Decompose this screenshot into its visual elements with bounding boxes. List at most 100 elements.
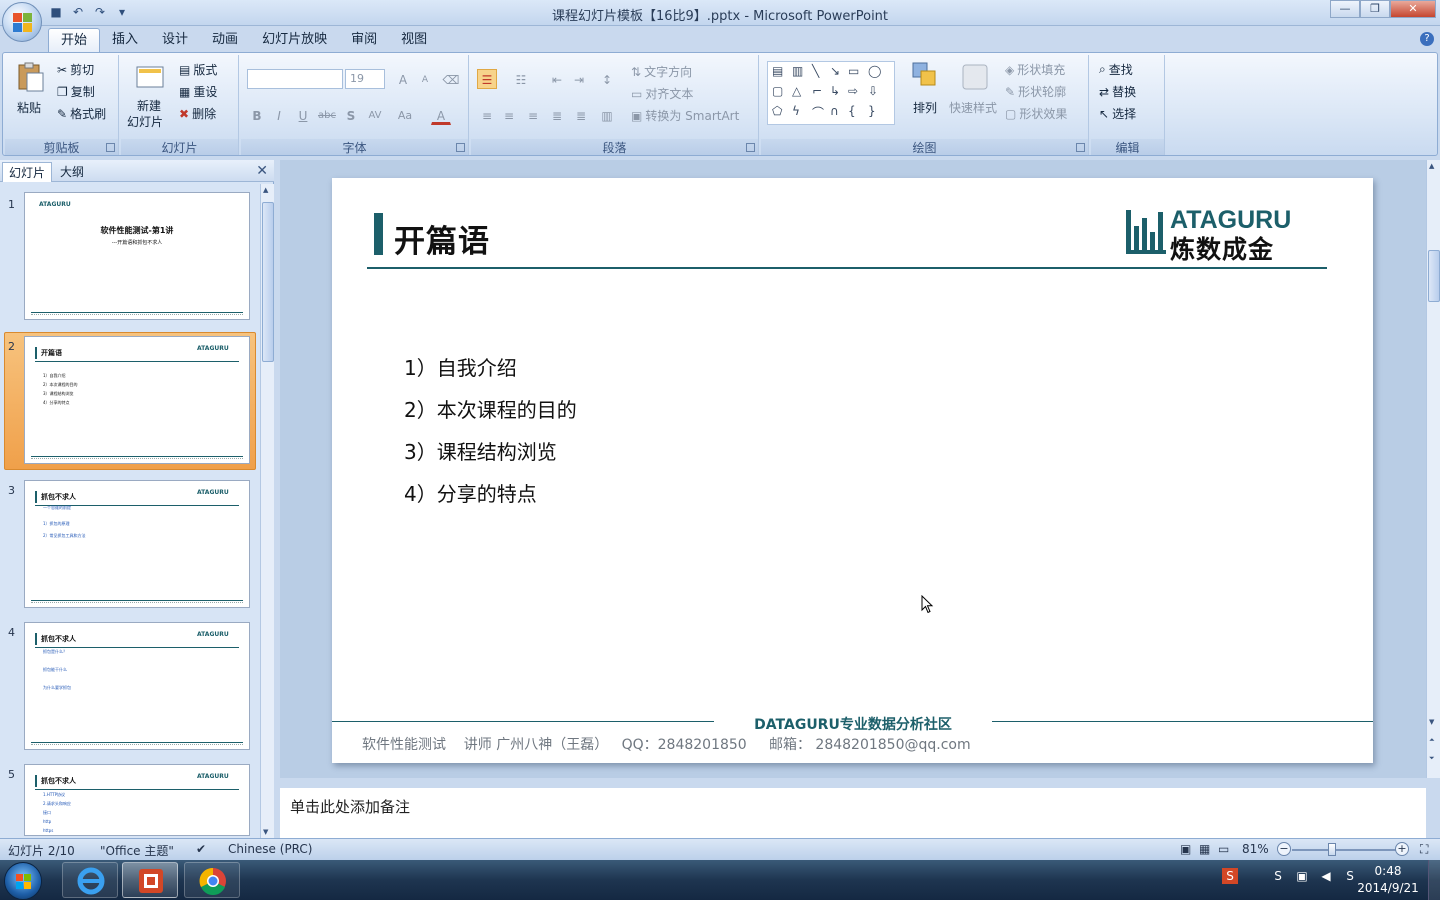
- copy-button[interactable]: ❐ 复制: [57, 83, 95, 100]
- clock[interactable]: 0:48 2014/9/21: [1352, 863, 1424, 897]
- content-item[interactable]: 1）自我介绍: [404, 352, 517, 381]
- new-slide-dropdown[interactable]: 幻灯片: [127, 113, 163, 130]
- align-left-icon[interactable]: ≡: [477, 105, 497, 125]
- restore-button[interactable]: ❐: [1360, 0, 1390, 18]
- arrange-icon[interactable]: [911, 61, 941, 93]
- tab-slides[interactable]: 幻灯片: [2, 162, 53, 182]
- content-item[interactable]: 3）课程结构浏览: [404, 436, 557, 465]
- tab-slideshow[interactable]: 幻灯片放映: [250, 28, 339, 52]
- align-text-button[interactable]: ▭ 对齐文本: [631, 85, 693, 102]
- line-spacing-icon[interactable]: ↕: [597, 69, 617, 89]
- triangle-icon[interactable]: △: [792, 84, 801, 98]
- shapes-gallery[interactable]: ▤ ▥ ╲ ↘ ▭ ◯ ▢ △ ⌐ ↳ ⇨ ⇩ ⬠ ϟ ⌒ ∩ { }: [767, 61, 895, 125]
- lightning-icon[interactable]: ϟ: [792, 104, 800, 118]
- format-painter-button[interactable]: ✎ 格式刷: [57, 105, 106, 122]
- close-button[interactable]: ✕: [1390, 0, 1436, 18]
- columns-icon[interactable]: ▥: [597, 105, 617, 125]
- sorter-view-icon[interactable]: ▦: [1199, 842, 1210, 856]
- start-button[interactable]: [4, 862, 42, 900]
- down-arrow-icon[interactable]: ⇩: [868, 84, 878, 98]
- underline-button[interactable]: U: [293, 105, 313, 125]
- taskbar-chrome[interactable]: [184, 862, 240, 898]
- show-desktop-button[interactable]: [1428, 860, 1440, 900]
- tab-outline[interactable]: 大纲: [54, 162, 90, 182]
- content-item[interactable]: 2）本次课程的目的: [404, 394, 577, 423]
- shape-fill-button[interactable]: ◈ 形状填充: [1005, 61, 1065, 78]
- dialog-launcher-icon[interactable]: [456, 143, 465, 152]
- taskbar-powerpoint[interactable]: [122, 862, 178, 898]
- paste-button[interactable]: 粘贴: [17, 99, 41, 116]
- connector-icon[interactable]: ⌐: [812, 84, 822, 98]
- brace-right-icon[interactable]: }: [868, 104, 876, 118]
- align-right-icon[interactable]: ≡: [523, 105, 543, 125]
- next-slide-icon[interactable]: ⏷: [1429, 754, 1435, 763]
- delete-button[interactable]: ✖ 删除: [179, 105, 216, 122]
- text-direction-button[interactable]: ⇅ 文字方向: [631, 63, 692, 80]
- pane-scrollbar[interactable]: ▲ ▼: [260, 184, 274, 838]
- zoom-out-icon[interactable]: −: [1277, 842, 1291, 856]
- prev-slide-icon[interactable]: ⏶: [1429, 736, 1435, 745]
- replace-button[interactable]: ⇄ 替换: [1099, 83, 1136, 100]
- slide-thumb-5[interactable]: 抓包不求人 ATAGURU 1.HTTP协议 2.请求头和响应 接口 http …: [24, 764, 250, 836]
- strikethrough-button[interactable]: abc: [317, 105, 337, 125]
- editor-scrollbar[interactable]: ▲ ▼ ⏶ ⏷: [1426, 160, 1440, 778]
- slide-canvas[interactable]: 开篇语 ATAGURU 炼数成金 1）自我介绍 2）本次课程的目的 3）课程结构…: [332, 178, 1373, 763]
- bullets-button[interactable]: ☰: [477, 69, 497, 89]
- layout-button[interactable]: ▤ 版式: [179, 61, 217, 78]
- help-icon[interactable]: ?: [1420, 32, 1434, 46]
- arrow-line-icon[interactable]: ↘: [830, 64, 840, 78]
- slide-thumb-1[interactable]: ATAGURU 软件性能测试-第1讲 ---开篇语和抓包不求人: [24, 192, 250, 320]
- dialog-launcher-icon[interactable]: [746, 143, 755, 152]
- shadow-button[interactable]: S: [341, 105, 361, 125]
- line-icon[interactable]: ╲: [812, 64, 819, 78]
- scroll-thumb[interactable]: [1428, 250, 1440, 302]
- tab-home[interactable]: 开始: [48, 28, 101, 52]
- smartart-button[interactable]: ▣ 转换为 SmartArt: [631, 107, 739, 124]
- volume-icon[interactable]: ◀: [1318, 868, 1334, 884]
- dialog-launcher-icon[interactable]: [106, 143, 115, 152]
- zoom-slider-thumb[interactable]: [1328, 843, 1336, 856]
- increase-indent-icon[interactable]: ⇥: [569, 69, 589, 89]
- taskbar-ie[interactable]: [62, 862, 118, 898]
- zoom-level[interactable]: 81%: [1242, 842, 1269, 856]
- distribute-icon[interactable]: ≣: [571, 105, 591, 125]
- scroll-down-icon[interactable]: ▼: [1429, 718, 1434, 726]
- tab-animations[interactable]: 动画: [200, 28, 250, 52]
- new-slide-icon[interactable]: [135, 61, 165, 93]
- tab-view[interactable]: 视图: [389, 28, 439, 52]
- zoom-in-icon[interactable]: +: [1395, 842, 1409, 856]
- slide-thumb-3[interactable]: 抓包不求人 ATAGURU 一个思维的前提 1）抓包的原理 2）常见抓包工具和方…: [24, 480, 250, 608]
- font-color-button[interactable]: A: [431, 105, 451, 125]
- zoom-slider-track[interactable]: [1292, 849, 1396, 851]
- slide-thumb-4[interactable]: 抓包不求人 ATAGURU 抓包是什么？ 抓包能干什么 为什么要学抓包: [24, 622, 250, 750]
- reset-button[interactable]: ▦ 重设: [179, 83, 217, 100]
- language-indicator[interactable]: Chinese (PRC): [228, 842, 312, 856]
- scroll-down-icon[interactable]: ▼: [263, 828, 268, 836]
- curve-icon[interactable]: ⌒: [812, 104, 824, 121]
- shape-effects-button[interactable]: ▢ 形状效果: [1005, 105, 1067, 122]
- font-size-field[interactable]: 19: [345, 69, 385, 89]
- slide-thumb-2[interactable]: 开篇语 ATAGURU 1）自我介绍 2）本次课程的目的 3）课程结构浏览 4）…: [24, 336, 250, 464]
- office-button[interactable]: [2, 2, 42, 42]
- spellcheck-icon[interactable]: ✔: [196, 842, 206, 856]
- decrease-indent-icon[interactable]: ⇤: [547, 69, 567, 89]
- arc-icon[interactable]: ∩: [830, 104, 839, 118]
- textbox-icon[interactable]: ▤: [772, 64, 783, 78]
- pentagon-icon[interactable]: ⬠: [772, 104, 782, 118]
- arrange-button[interactable]: 排列: [913, 99, 937, 116]
- bold-button[interactable]: B: [247, 105, 267, 125]
- tab-insert[interactable]: 插入: [100, 28, 150, 52]
- clear-format-icon[interactable]: ⌫: [441, 69, 461, 89]
- normal-view-icon[interactable]: ▣: [1180, 842, 1191, 856]
- elbow-icon[interactable]: ↳: [830, 84, 840, 98]
- vertical-textbox-icon[interactable]: ▥: [792, 64, 803, 78]
- sogou-icon[interactable]: S: [1222, 868, 1238, 884]
- minimize-button[interactable]: —: [1330, 0, 1360, 18]
- scroll-thumb[interactable]: [262, 202, 274, 362]
- new-slide-button[interactable]: 新建: [137, 97, 161, 114]
- quick-styles-icon[interactable]: [961, 61, 991, 93]
- tab-design[interactable]: 设计: [150, 28, 200, 52]
- paste-icon[interactable]: [15, 61, 45, 93]
- rounded-rect-icon[interactable]: ▢: [772, 84, 783, 98]
- scroll-up-icon[interactable]: ▲: [263, 186, 268, 194]
